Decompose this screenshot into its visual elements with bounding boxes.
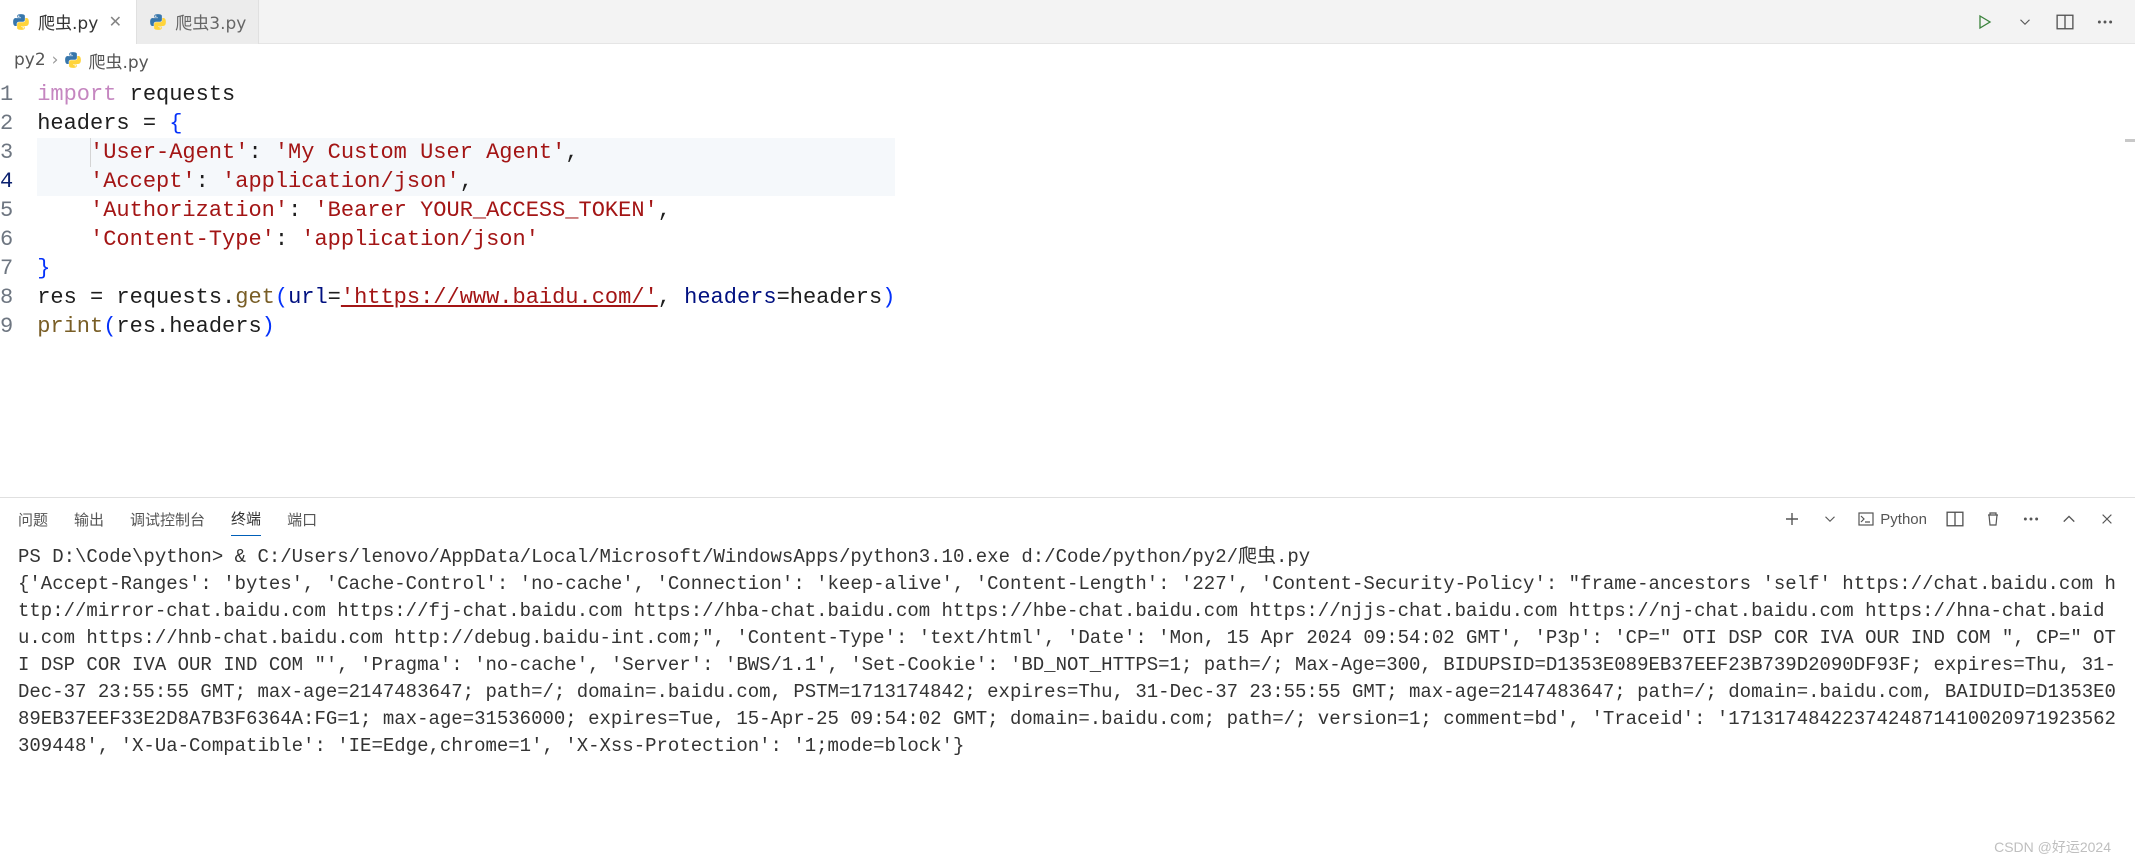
keyword-import: import [37, 82, 116, 107]
dict-key: 'Accept' [90, 169, 196, 194]
brace: { [169, 111, 182, 136]
terminal-profile[interactable]: Python [1858, 511, 1927, 528]
panel-tabs: 问题 输出 调试控制台 终端 端口 Python [0, 498, 2135, 540]
paren: ) [262, 314, 275, 339]
breadcrumb-folder[interactable]: py2 [14, 50, 46, 70]
paren: ) [882, 285, 895, 310]
paren: ( [103, 314, 116, 339]
comma: , [460, 169, 473, 194]
param: headers [684, 285, 776, 310]
line-numbers: 1234 56789 [0, 76, 37, 345]
split-terminal-icon[interactable] [1945, 509, 1965, 529]
python-file-icon [64, 51, 82, 69]
dict-key: 'Content-Type' [90, 227, 275, 252]
python-file-icon [12, 13, 30, 31]
brace: } [37, 256, 50, 281]
trash-icon[interactable] [1983, 509, 2003, 529]
overview-ruler-mark [2125, 139, 2135, 142]
object: res [116, 314, 156, 339]
comma: , [658, 285, 684, 310]
breadcrumb-file[interactable]: 爬虫.py [88, 48, 148, 73]
paren: ( [275, 285, 288, 310]
close-icon[interactable]: ✕ [106, 13, 124, 31]
url-string: 'https://www.baidu.com/' [341, 285, 658, 310]
builtin-func: print [37, 314, 103, 339]
identifier: headers [37, 111, 143, 136]
comma: , [658, 198, 671, 223]
panel-tab-debug[interactable]: 调试控制台 [130, 503, 205, 536]
chevron-down-icon[interactable] [2015, 12, 2035, 32]
more-icon[interactable] [2021, 509, 2041, 529]
tab-bar: 爬虫.py ✕ 爬虫3.py [0, 0, 2135, 44]
code-content[interactable]: import requests headers = { 'User-Agent'… [37, 76, 895, 345]
operator: = [143, 111, 169, 136]
object: requests [116, 285, 222, 310]
tab-active[interactable]: 爬虫.py ✕ [0, 0, 137, 44]
python-file-icon [149, 13, 167, 31]
equals: = [777, 285, 790, 310]
dict-value: 'application/json' [222, 169, 460, 194]
comma: , [565, 140, 578, 165]
dot: . [222, 285, 235, 310]
panel-tab-problems[interactable]: 问题 [18, 503, 48, 536]
terminal-command: & C:/Users/lenovo/AppData/Local/Microsof… [235, 546, 1311, 568]
chevron-up-icon[interactable] [2059, 509, 2079, 529]
dot: . [156, 314, 169, 339]
operator: = [90, 285, 116, 310]
tab-inactive[interactable]: 爬虫3.py [137, 0, 259, 44]
run-icon[interactable] [1975, 12, 1995, 32]
more-icon[interactable] [2095, 12, 2115, 32]
colon: : [196, 169, 222, 194]
attribute: headers [169, 314, 261, 339]
tab-label: 爬虫.py [38, 9, 98, 34]
close-panel-icon[interactable] [2097, 509, 2117, 529]
colon: : [275, 227, 301, 252]
panel-tab-output[interactable]: 输出 [74, 503, 104, 536]
editor-actions [1975, 12, 2135, 32]
terminal-stdout: {'Accept-Ranges': 'bytes', 'Cache-Contro… [18, 573, 2116, 757]
chevron-down-icon[interactable] [1820, 509, 1840, 529]
equals: = [328, 285, 341, 310]
panel-actions: Python [1782, 509, 2117, 529]
dict-key: 'User-Agent' [90, 140, 248, 165]
dict-key: 'Authorization' [90, 198, 288, 223]
tab-label: 爬虫3.py [175, 9, 246, 34]
breadcrumb[interactable]: py2 › 爬虫.py [0, 44, 2135, 76]
terminal-output[interactable]: PS D:\Code\python> & C:/Users/lenovo/App… [0, 540, 2135, 861]
new-terminal-icon[interactable] [1782, 509, 1802, 529]
argument: headers [790, 285, 882, 310]
dict-value: 'My Custom User Agent' [275, 140, 565, 165]
panel-tab-terminal[interactable]: 终端 [231, 502, 261, 536]
param: url [288, 285, 328, 310]
bottom-panel: 问题 输出 调试控制台 终端 端口 Python PS D:\Code\pyth… [0, 497, 2135, 861]
code-editor[interactable]: 1234 56789 import requests headers = { '… [0, 76, 2135, 497]
chevron-right-icon: › [52, 50, 59, 70]
split-editor-icon[interactable] [2055, 12, 2075, 32]
terminal-profile-label: Python [1880, 511, 1927, 528]
panel-tab-ports[interactable]: 端口 [287, 503, 317, 536]
terminal-prompt: PS D:\Code\python> [18, 546, 235, 568]
dict-value: 'application/json' [301, 227, 539, 252]
module-name: requests [130, 82, 236, 107]
colon: : [248, 140, 274, 165]
colon: : [288, 198, 314, 223]
method: get [235, 285, 275, 310]
dict-value: 'Bearer YOUR_ACCESS_TOKEN' [314, 198, 657, 223]
identifier: res [37, 285, 90, 310]
